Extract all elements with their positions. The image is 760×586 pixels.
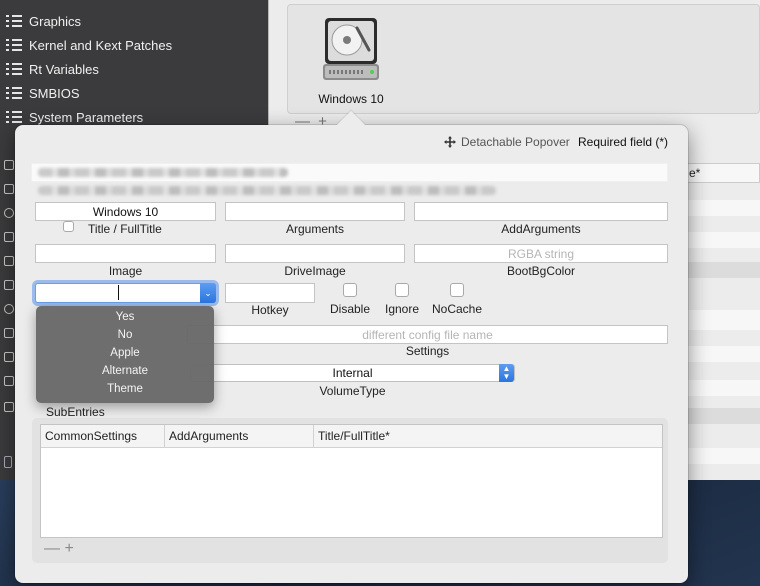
gutter-icon — [4, 256, 14, 266]
bootbgcolor-label: BootBgColor — [506, 264, 576, 278]
hidden-combo-input[interactable] — [35, 283, 216, 303]
sidebar-item-label: SMBIOS — [29, 85, 80, 101]
sidebar-item-rt-variables[interactable]: Rt Variables — [6, 58, 99, 80]
list-icon — [6, 39, 22, 51]
menu-item-alternate[interactable]: Alternate — [36, 362, 214, 380]
list-icon — [6, 87, 22, 99]
settings-field[interactable]: different config file name — [187, 325, 668, 344]
volumetype-select[interactable]: Internal ▲ ▼ — [190, 364, 515, 382]
volumetype-value: Internal — [332, 366, 373, 380]
fulltitle-checkbox[interactable] — [63, 221, 74, 232]
hard-drive-icon — [323, 18, 379, 80]
disable-label: Disable — [329, 302, 371, 316]
gutter-icon — [4, 352, 14, 362]
hotkey-field[interactable] — [225, 283, 315, 303]
menu-item-theme[interactable]: Theme — [36, 380, 214, 398]
arguments-label: Arguments — [285, 222, 345, 236]
title-field[interactable]: Windows 10 — [35, 202, 216, 221]
entry-card-label: Windows 10 — [318, 92, 384, 106]
gutter-icon — [4, 456, 12, 468]
gutter-icon — [4, 232, 14, 242]
gutter-icon — [4, 402, 14, 412]
detachable-popover-label: Detachable Popover — [461, 135, 570, 149]
sidebar-item-kernel-kext[interactable]: Kernel and Kext Patches — [6, 34, 172, 56]
column-header-addarguments[interactable]: AddArguments — [165, 425, 314, 448]
settings-label: Settings — [405, 344, 450, 358]
list-icon — [6, 15, 22, 27]
text-caret — [118, 285, 119, 300]
title-label: Title / FullTitle — [88, 222, 162, 236]
nocache-checkbox[interactable] — [450, 283, 464, 297]
gutter-icon — [4, 376, 14, 386]
subentries-header: CommonSettings AddArguments Title/FullTi… — [41, 425, 662, 448]
disable-checkbox[interactable] — [343, 283, 357, 297]
redacted-text — [38, 186, 496, 195]
nocache-label: NoCache — [431, 302, 483, 316]
gutter-icon — [4, 328, 14, 338]
column-header-title[interactable]: Title/FullTitle* — [314, 425, 464, 448]
move-icon[interactable] — [444, 136, 456, 148]
sidebar-item-label: Graphics — [29, 13, 82, 29]
required-field-note: Required field (*) — [578, 135, 669, 149]
image-label: Image — [108, 264, 143, 278]
redacted-text — [38, 168, 288, 177]
list-icon — [6, 111, 22, 123]
combo-dropdown-button[interactable]: ⌄ — [200, 283, 216, 303]
gutter-icon — [4, 184, 14, 194]
volumetype-label: VolumeType — [319, 384, 386, 398]
column-header-commonsettings[interactable]: CommonSettings — [41, 425, 165, 448]
subentries-table[interactable]: CommonSettings AddArguments Title/FullTi… — [40, 424, 663, 538]
sidebar-gutter-icons — [0, 150, 16, 470]
sidebar-item-label: Kernel and Kext Patches — [29, 37, 173, 53]
updown-chevron-icon: ▲ ▼ — [499, 364, 514, 382]
menu-item-apple[interactable]: Apple — [36, 344, 214, 362]
subentries-add-remove[interactable]: — + — [44, 540, 74, 558]
gutter-icon — [4, 280, 14, 290]
arguments-field[interactable] — [225, 202, 405, 221]
driveimage-field[interactable] — [225, 244, 405, 263]
sidebar-item-smbios[interactable]: SMBIOS — [6, 82, 80, 104]
sidebar-item-label: System Parameters — [29, 109, 144, 125]
bootbgcolor-field[interactable]: RGBA string — [414, 244, 668, 263]
menu-item-yes[interactable]: Yes — [36, 308, 214, 326]
bg-field-text: e* — [689, 166, 701, 180]
addarguments-field[interactable] — [414, 202, 668, 221]
combo-dropdown-menu: Yes No Apple Alternate Theme — [36, 306, 214, 403]
chevron-down-icon: ⌄ — [204, 287, 212, 298]
addarguments-label: AddArguments — [501, 222, 581, 236]
ignore-label: Ignore — [384, 302, 420, 316]
entry-card-windows10[interactable]: Windows 10 — [312, 14, 390, 110]
gutter-icon — [4, 208, 14, 218]
hotkey-label: Hotkey — [251, 303, 289, 317]
sidebar-item-graphics[interactable]: Graphics — [6, 10, 81, 32]
sidebar-item-label: Rt Variables — [29, 61, 99, 77]
gutter-icon — [4, 160, 14, 170]
list-icon — [6, 63, 22, 75]
subentries-label: SubEntries — [46, 405, 105, 419]
image-field[interactable] — [35, 244, 216, 263]
menu-item-no[interactable]: No — [36, 326, 214, 344]
gutter-icon — [4, 304, 14, 314]
driveimage-label: DriveImage — [284, 264, 346, 278]
ignore-checkbox[interactable] — [395, 283, 409, 297]
